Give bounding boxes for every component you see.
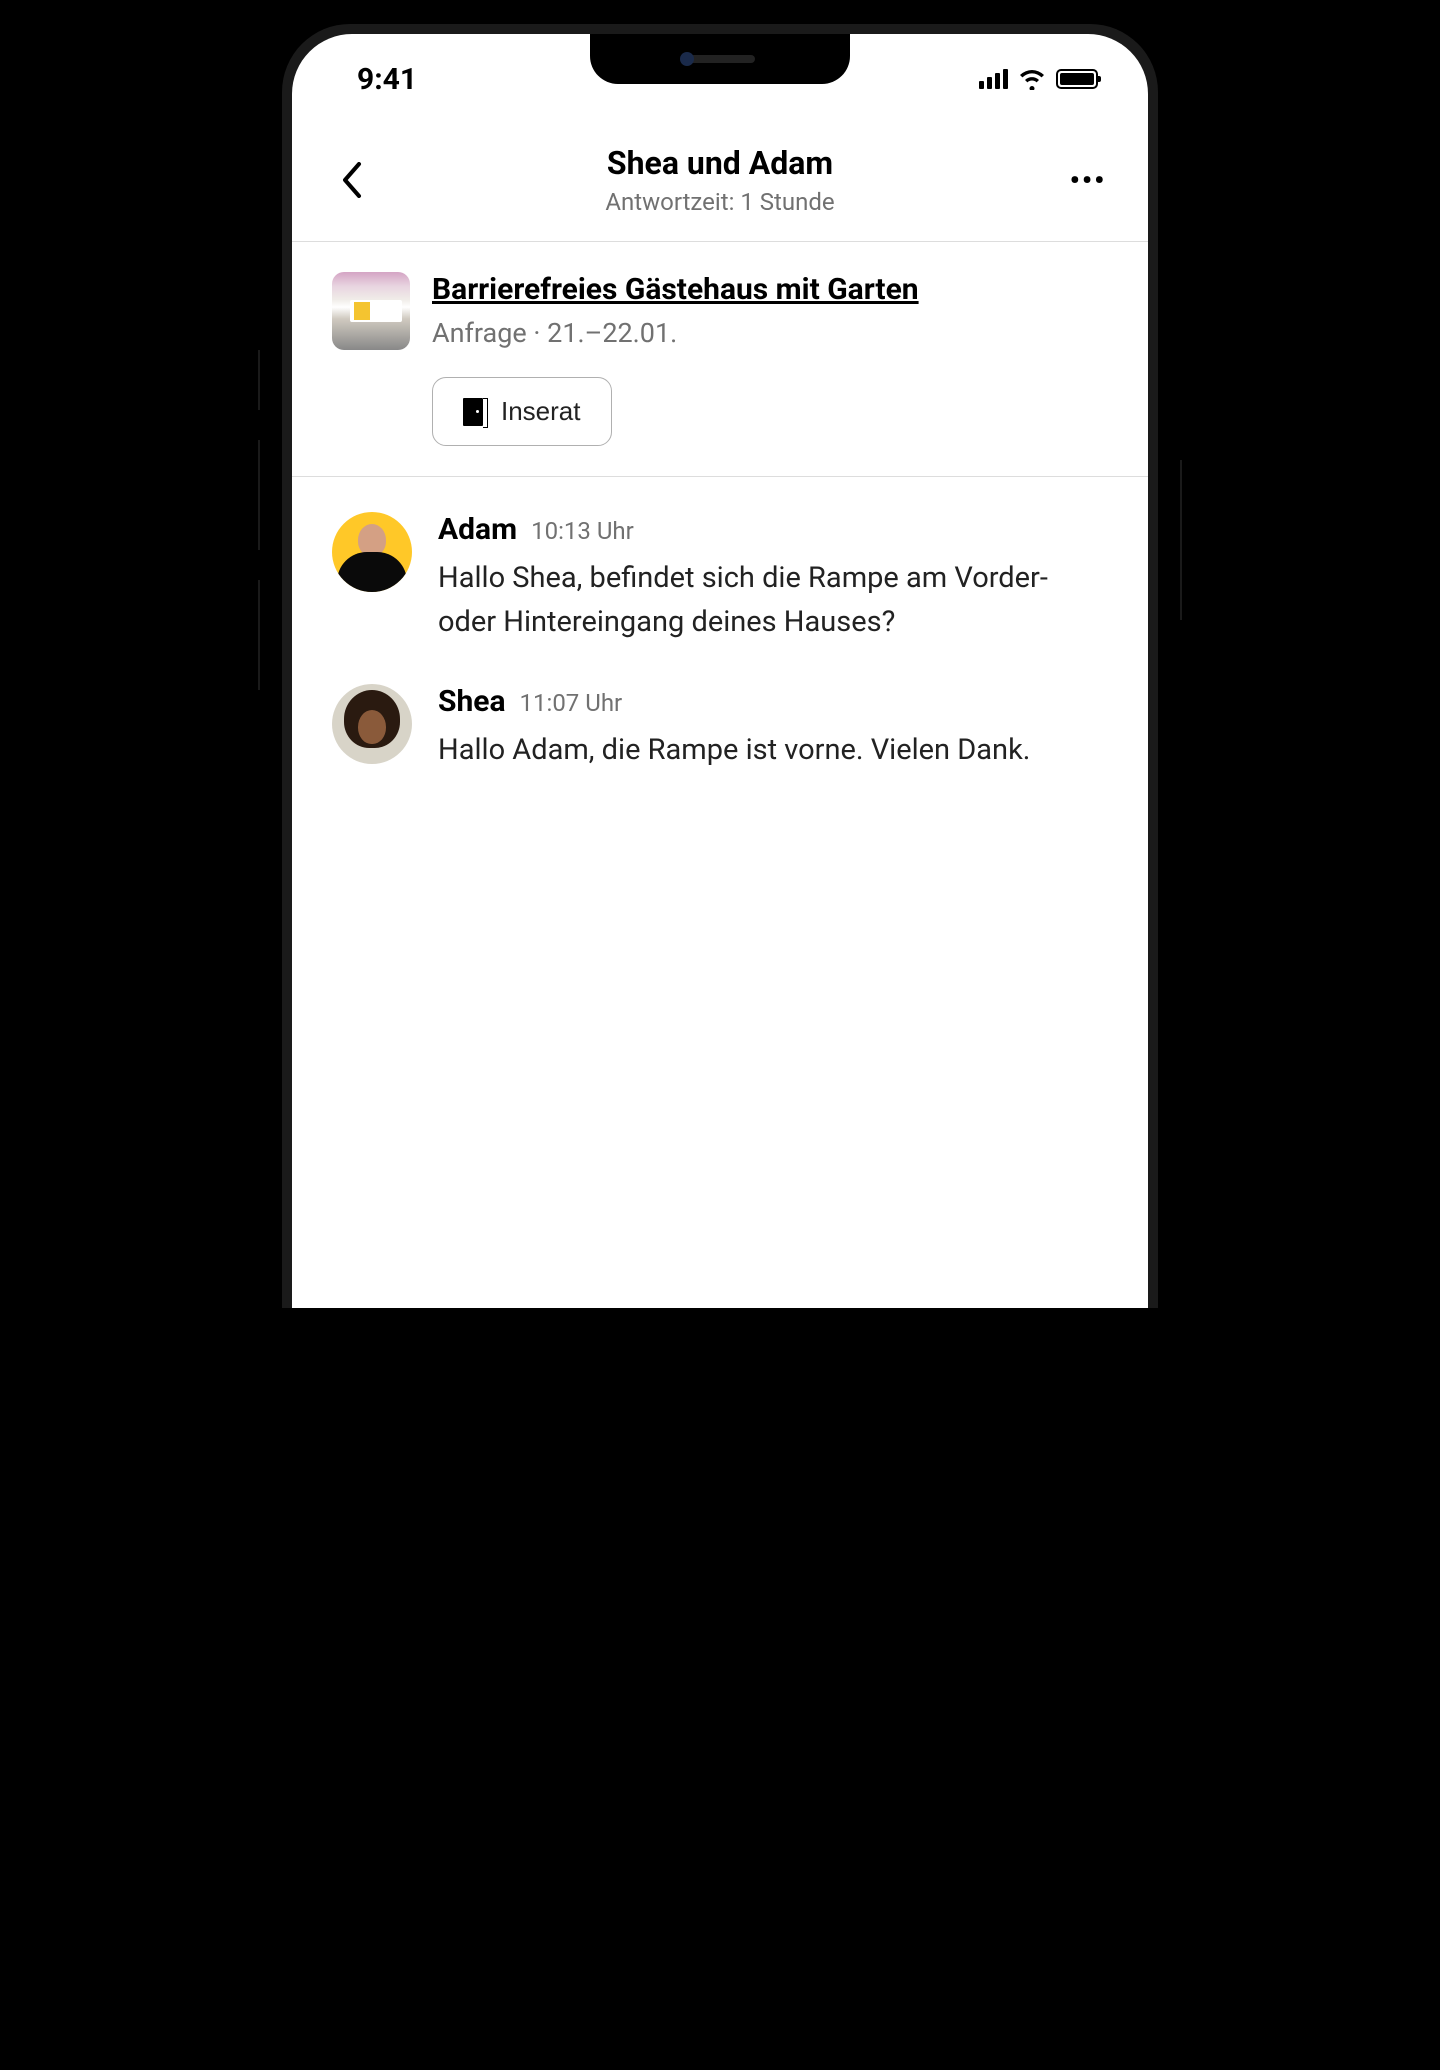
wifi-icon	[1018, 68, 1046, 90]
cellular-icon	[979, 69, 1008, 89]
status-time: 9:41	[357, 62, 417, 97]
message-list: Adam 10:13 Uhr Hallo Shea, befindet sich…	[292, 477, 1148, 808]
listing-meta: Anfrage · 21.–22.01.	[432, 317, 1108, 349]
side-button	[258, 580, 260, 690]
message-sender: Shea	[438, 684, 506, 719]
message-time: 10:13 Uhr	[531, 517, 634, 545]
avatar[interactable]	[332, 684, 412, 764]
door-icon	[463, 398, 483, 426]
message-sender: Adam	[438, 512, 517, 547]
message-item: Adam 10:13 Uhr Hallo Shea, befindet sich…	[332, 512, 1108, 644]
conversation-title: Shea und Adam	[607, 144, 833, 182]
notch	[590, 34, 850, 84]
listing-row: Barrierefreies Gästehaus mit Garten Anfr…	[292, 242, 1148, 476]
message-item: Shea 11:07 Uhr Hallo Adam, die Rampe ist…	[332, 684, 1108, 773]
listing-title-link[interactable]: Barrierefreies Gästehaus mit Garten	[432, 272, 1108, 307]
side-button	[1180, 460, 1182, 620]
listing-button[interactable]: Inserat	[432, 377, 612, 446]
message-text: Hallo Adam, die Rampe ist vorne. Vielen …	[438, 729, 1108, 773]
response-time: Antwortzeit: 1 Stunde	[605, 188, 834, 216]
message-text: Hallo Shea, befindet sich die Rampe am V…	[438, 557, 1108, 644]
screen: 9:41 Shea und	[292, 34, 1148, 1308]
back-button[interactable]	[332, 160, 372, 200]
battery-icon	[1056, 69, 1098, 89]
avatar[interactable]	[332, 512, 412, 592]
listing-button-label: Inserat	[501, 396, 581, 427]
listing-thumbnail[interactable]	[332, 272, 410, 350]
status-icons	[979, 68, 1098, 90]
nav-header: Shea und Adam Antwortzeit: 1 Stunde •••	[292, 114, 1148, 241]
more-button[interactable]: •••	[1068, 160, 1108, 200]
side-button	[258, 440, 260, 550]
message-time: 11:07 Uhr	[520, 689, 623, 717]
phone-frame: 9:41 Shea und	[258, 0, 1182, 1308]
side-button	[258, 350, 260, 410]
